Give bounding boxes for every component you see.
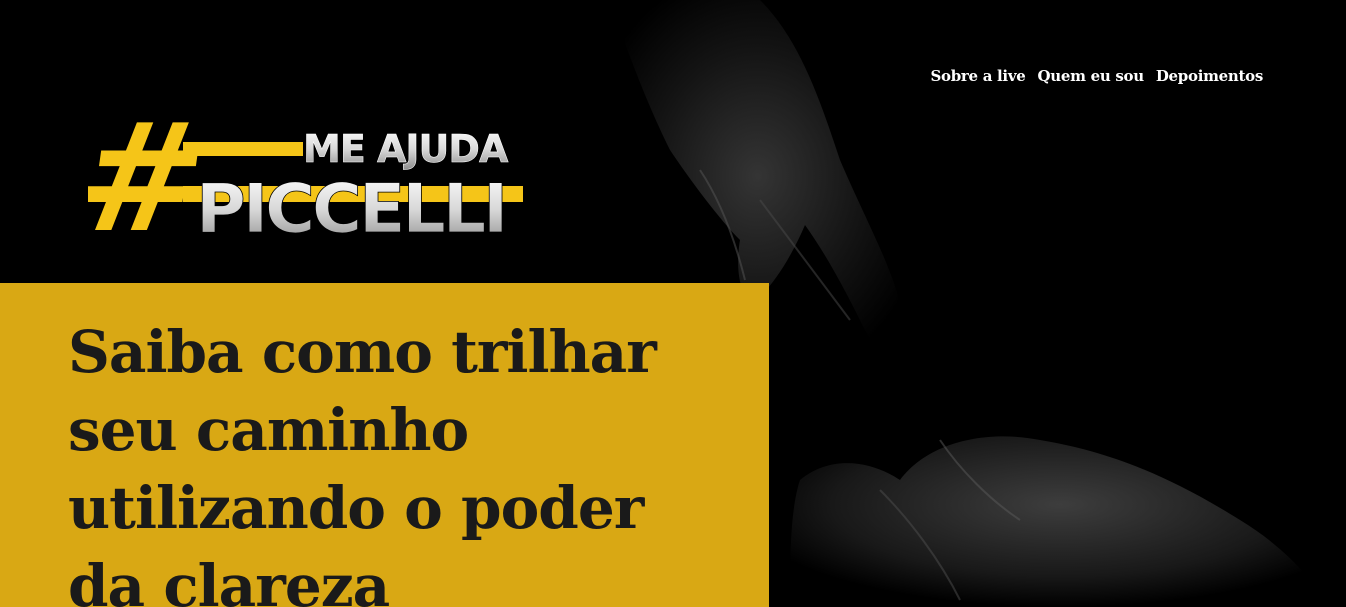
nav-link-sobre-a-live[interactable]: Sobre a live [931,67,1026,85]
headline-panel: Saiba como trilhar seu caminho utilizand… [0,283,769,607]
logo-line1: ME AJUDA [303,127,509,171]
logo-graphic: # ME AJUDA PICCELLI [66,91,523,266]
nav-link-quem-eu-sou[interactable]: Quem eu sou [1038,67,1145,85]
top-navigation: Sobre a live Quem eu sou Depoimentos [931,67,1264,85]
logo-line2: PICCELLI [196,170,505,240]
me-ajuda-piccelli-logo[interactable]: # ME AJUDA PICCELLI [66,91,538,266]
nav-link-depoimentos[interactable]: Depoimentos [1156,67,1263,85]
hero-headline: Saiba como trilhar seu caminho utilizand… [68,318,657,607]
